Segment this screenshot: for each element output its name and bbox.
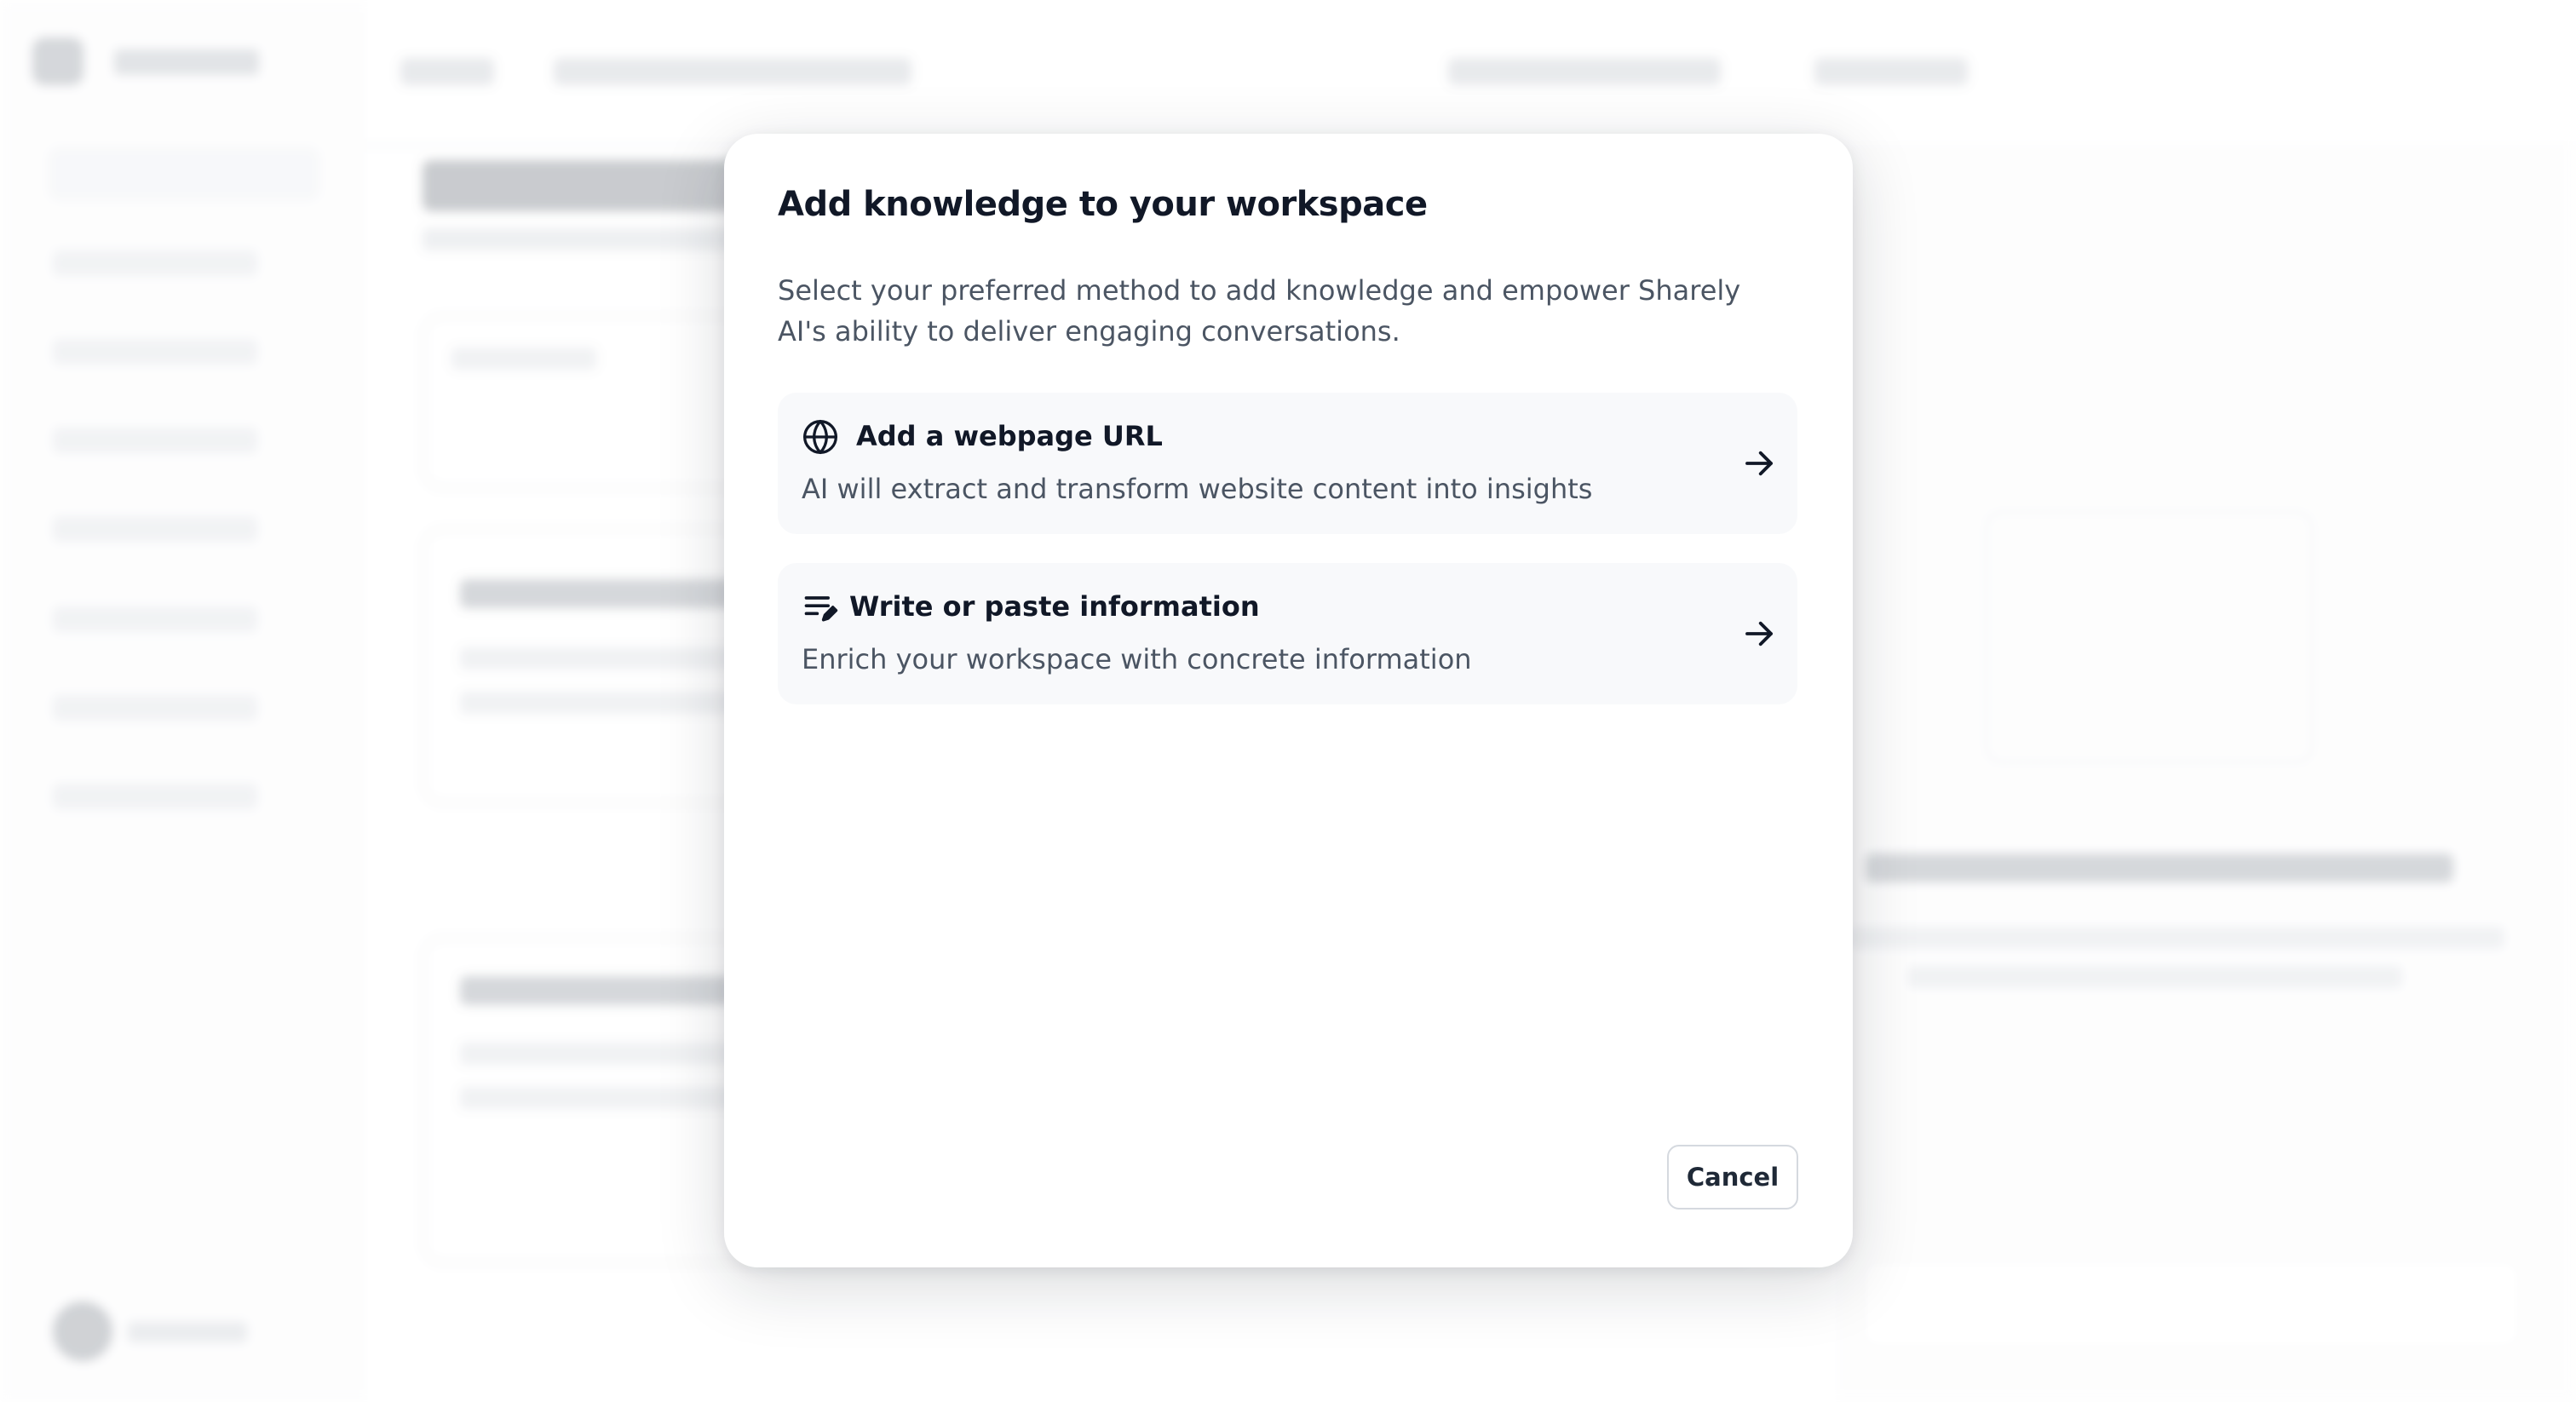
option-subtitle: Enrich your workspace with concrete info… (802, 643, 1472, 675)
add-webpage-url-option[interactable]: Add a webpage URL AI will extract and tr… (778, 393, 1797, 534)
dialog-title: Add knowledge to your workspace (778, 185, 1428, 224)
option-subtitle: AI will extract and transform website co… (802, 473, 1593, 505)
option-title: Add a webpage URL (856, 420, 1163, 452)
write-paste-information-option[interactable]: Write or paste information Enrich your w… (778, 563, 1797, 704)
write-notes-icon (804, 596, 838, 622)
globe-icon (803, 420, 837, 454)
cancel-button[interactable]: Cancel (1667, 1145, 1798, 1210)
dialog-description: Select your preferred method to add know… (778, 274, 1741, 348)
arrow-right-icon (1745, 621, 1773, 646)
option-title: Write or paste information (849, 590, 1260, 623)
arrow-right-icon (1745, 451, 1773, 476)
add-knowledge-dialog: Add knowledge to your workspace Select y… (724, 134, 1853, 1267)
